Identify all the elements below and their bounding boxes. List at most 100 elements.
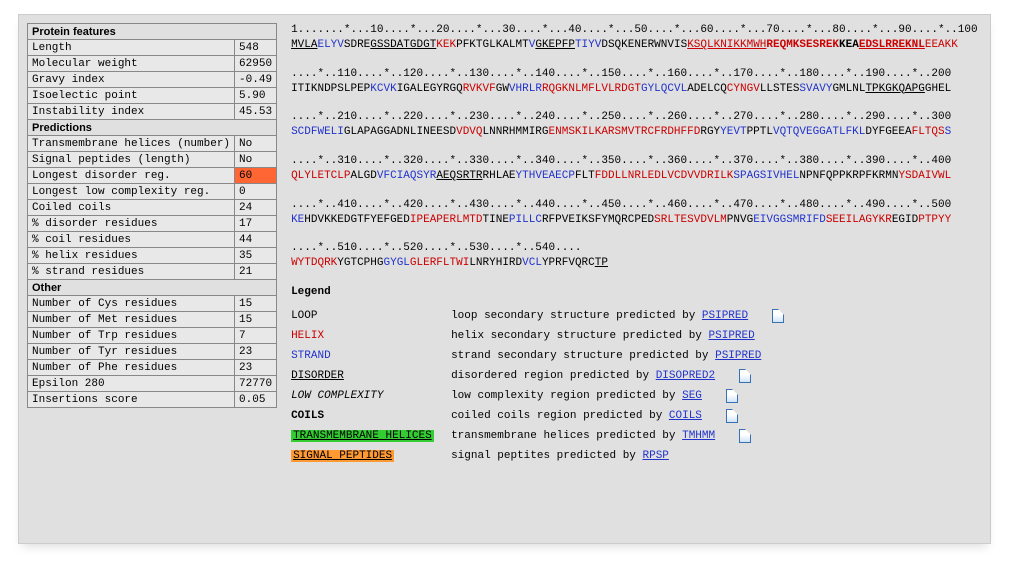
table-row: Gravy index-0.49 <box>28 72 277 88</box>
feature-label: % coil residues <box>28 232 235 248</box>
feature-value: 35 <box>235 248 277 264</box>
feature-value: 0.05 <box>235 392 277 408</box>
document-icon[interactable] <box>726 389 738 403</box>
feature-value: 7 <box>235 328 277 344</box>
feature-label: Number of Cys residues <box>28 296 235 312</box>
legend-key: LOOP <box>291 310 317 322</box>
document-icon[interactable] <box>726 409 738 423</box>
legend-title: Legend <box>291 285 982 300</box>
table-row: Instability index45.53 <box>28 104 277 120</box>
table-row: Coiled coils24 <box>28 200 277 216</box>
sequence-area: 1.......*...10....*...20....*...30....*.… <box>291 23 982 535</box>
feature-label: Longest disorder reg. <box>28 168 235 184</box>
table-row: Number of Tyr residues23 <box>28 344 277 360</box>
legend-link[interactable]: COILS <box>669 410 702 422</box>
sequence-line-2: ITIKNDPSLPEPKCVKIGALEGYRGQRVKVFGWVHRLRRQ… <box>291 82 982 97</box>
table-row: Number of Cys residues15 <box>28 296 277 312</box>
feature-value: 548 <box>235 40 277 56</box>
feature-value: 62950 <box>235 56 277 72</box>
section-header-other: Other <box>28 280 277 296</box>
section-header-protein: Protein features <box>28 24 277 40</box>
feature-value: No <box>235 152 277 168</box>
legend-key: STRAND <box>291 350 331 362</box>
legend-link[interactable]: DISOPRED2 <box>656 370 715 382</box>
ruler-2: ....*..110....*..120....*..130....*..140… <box>291 67 982 82</box>
sequence-line-4: QLYLETCLPALGDVFCIAQSYRAEQSRTRRHLAEYTHVEA… <box>291 169 982 184</box>
legend-row: HELIX helix secondary structure predicted… <box>291 326 982 346</box>
feature-value: -0.49 <box>235 72 277 88</box>
feature-value: 23 <box>235 344 277 360</box>
table-row: Number of Met residues15 <box>28 312 277 328</box>
feature-value: 15 <box>235 312 277 328</box>
document-icon[interactable] <box>772 309 784 323</box>
legend-link[interactable]: PSIPRED <box>709 330 755 342</box>
feature-value: 21 <box>235 264 277 280</box>
ruler-4: ....*..310....*..320....*..330....*..340… <box>291 154 982 169</box>
table-row: Longest disorder reg.60 <box>28 168 277 184</box>
feature-value: 5.90 <box>235 88 277 104</box>
legend-key: HELIX <box>291 330 324 342</box>
legend-desc: low complexity region predicted by SEG <box>451 389 702 404</box>
legend-link[interactable]: PSIPRED <box>715 350 761 362</box>
table-row: Isoelectic point5.90 <box>28 88 277 104</box>
feature-value: 24 <box>235 200 277 216</box>
legend-key: LOW COMPLEXITY <box>291 390 383 402</box>
features-table: Protein features Length548Molecular weig… <box>27 23 277 408</box>
feature-label: Gravy index <box>28 72 235 88</box>
feature-label: Number of Phe residues <box>28 360 235 376</box>
table-row: % disorder residues17 <box>28 216 277 232</box>
feature-label: Longest low complexity reg. <box>28 184 235 200</box>
feature-label: Insertions score <box>28 392 235 408</box>
legend-link[interactable]: TMHMM <box>682 430 715 442</box>
table-row: Signal peptides (length)No <box>28 152 277 168</box>
legend-desc: coiled coils region predicted by COILS <box>451 409 702 424</box>
feature-value: 44 <box>235 232 277 248</box>
legend-desc: strand secondary structure predicted by … <box>451 349 761 364</box>
document-icon[interactable] <box>739 369 751 383</box>
legend-row: STRAND strand secondary structure predict… <box>291 346 982 366</box>
legend-key: COILS <box>291 410 324 422</box>
feature-value: No <box>235 136 277 152</box>
legend-row: LOOPloop secondary structure predicted b… <box>291 306 982 326</box>
ruler-1: 1.......*...10....*...20....*...30....*.… <box>291 23 982 38</box>
legend-desc: disordered region predicted by DISOPRED2 <box>451 369 715 384</box>
ruler-6: ....*..510....*..520....*..530....*..540… <box>291 241 982 256</box>
table-row: Epsilon 28072770 <box>28 376 277 392</box>
feature-value: 60 <box>235 168 277 184</box>
legend-row: SIGNAL PEPTIDES signal peptites predicted… <box>291 446 982 466</box>
legend-desc: signal peptites predicted by RPSP <box>451 449 669 464</box>
document-icon[interactable] <box>739 429 751 443</box>
sequence-line-5: KEHDVKKEDGTFYEFGEDIPEAPERLMTDTINEPILLCRF… <box>291 213 982 228</box>
legend-row: LOW COMPLEXITY low complexity region pred… <box>291 386 982 406</box>
table-row: Number of Trp residues7 <box>28 328 277 344</box>
feature-label: Epsilon 280 <box>28 376 235 392</box>
feature-value: 15 <box>235 296 277 312</box>
table-row: Longest low complexity reg.0 <box>28 184 277 200</box>
sequence-line-6: WYTDQRKYGTCPHGGYGLGLERFLTWILNRYHIRDVCLYP… <box>291 256 982 271</box>
legend-row: TRANSMEMBRANE HELICEStransmembrane helic… <box>291 426 982 446</box>
table-row: Molecular weight62950 <box>28 56 277 72</box>
legend-key: SIGNAL PEPTIDES <box>291 450 394 462</box>
legend-desc: helix secondary structure predicted by P… <box>451 329 755 344</box>
feature-label: Signal peptides (length) <box>28 152 235 168</box>
feature-label: % strand residues <box>28 264 235 280</box>
section-header-predictions: Predictions <box>28 120 277 136</box>
table-row: Length548 <box>28 40 277 56</box>
legend-key: TRANSMEMBRANE HELICES <box>291 430 434 442</box>
table-row: % coil residues44 <box>28 232 277 248</box>
table-row: Number of Phe residues23 <box>28 360 277 376</box>
feature-label: Isoelectic point <box>28 88 235 104</box>
table-row: % strand residues21 <box>28 264 277 280</box>
feature-label: Molecular weight <box>28 56 235 72</box>
feature-label: Transmembrane helices (number) <box>28 136 235 152</box>
feature-label: Number of Met residues <box>28 312 235 328</box>
legend-row: COILScoiled coils region predicted by CO… <box>291 406 982 426</box>
legend-link[interactable]: RPSP <box>643 450 669 462</box>
feature-label: % helix residues <box>28 248 235 264</box>
feature-label: Coiled coils <box>28 200 235 216</box>
feature-label: % disorder residues <box>28 216 235 232</box>
legend-link[interactable]: PSIPRED <box>702 310 748 322</box>
sequence-line-3: SCDFWELIGLAPAGGADNLINEESDVDVQLNNRHMMIRGE… <box>291 125 982 140</box>
legend-link[interactable]: SEG <box>682 390 702 402</box>
feature-label: Instability index <box>28 104 235 120</box>
